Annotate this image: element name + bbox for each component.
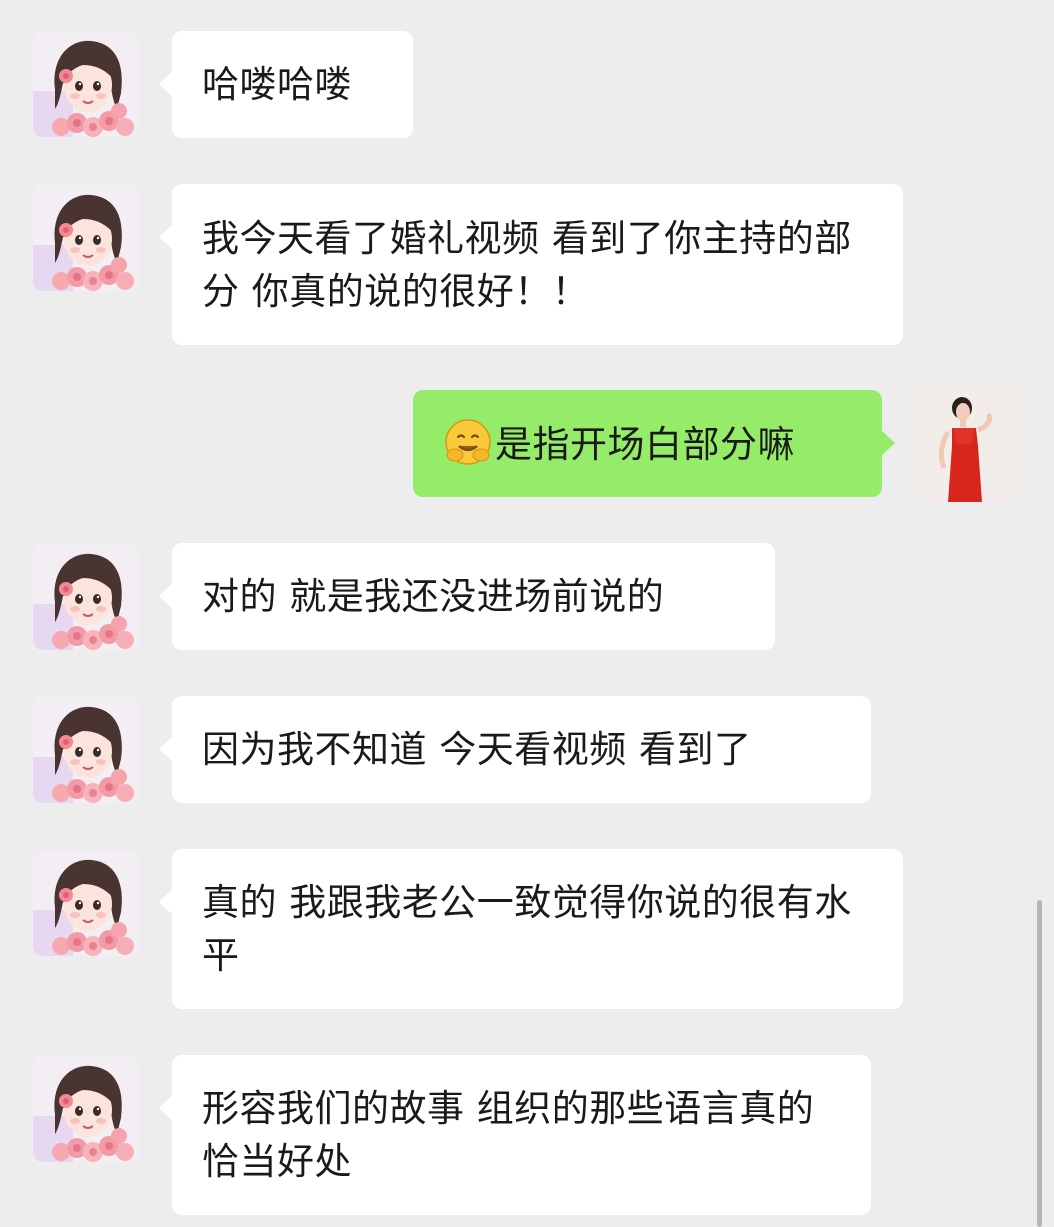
contact-avatar[interactable] bbox=[33, 1056, 139, 1162]
message-bubble[interactable]: 我今天看了婚礼视频 看到了你主持的部分 你真的说的很好！！ bbox=[159, 184, 903, 345]
message-bubble[interactable]: 对的 就是我还没进场前说的 bbox=[159, 543, 775, 650]
message-text: 是指开场白部分嘛 bbox=[443, 417, 795, 471]
message-bubble[interactable]: 哈喽哈喽 bbox=[159, 31, 413, 138]
contact-avatar[interactable] bbox=[33, 850, 139, 956]
message-text: 真的 我跟我老公一致觉得你说的很有水平 bbox=[202, 881, 852, 977]
cartoon-woman-avatar-icon bbox=[33, 697, 139, 803]
cartoon-woman-avatar-icon bbox=[33, 185, 139, 291]
message-text: 因为我不知道 今天看视频 看到了 bbox=[202, 728, 752, 771]
scrollbar[interactable] bbox=[1037, 900, 1042, 1227]
contact-avatar[interactable] bbox=[33, 544, 139, 650]
message-bubble[interactable]: 真的 我跟我老公一致觉得你说的很有水平 bbox=[159, 849, 903, 1009]
cartoon-woman-avatar-icon bbox=[33, 850, 139, 956]
cartoon-woman-avatar-icon bbox=[33, 1056, 139, 1162]
hugging-face-emoji-icon bbox=[443, 417, 493, 467]
cartoon-woman-avatar-icon bbox=[33, 31, 139, 137]
message-text: 哈喽哈喽 bbox=[202, 63, 352, 106]
message-bubble[interactable]: 因为我不知道 今天看视频 看到了 bbox=[159, 696, 871, 803]
self-avatar[interactable] bbox=[910, 386, 1026, 502]
message-text: 形容我们的故事 组织的那些语言真的恰当好处 bbox=[202, 1087, 815, 1183]
message-bubble-self[interactable]: 是指开场白部分嘛 bbox=[413, 390, 895, 497]
woman-in-red-dress-avatar-icon bbox=[910, 386, 1026, 502]
message-text: 对的 就是我还没进场前说的 bbox=[202, 575, 665, 618]
contact-avatar[interactable] bbox=[33, 31, 139, 137]
cartoon-woman-avatar-icon bbox=[33, 544, 139, 650]
contact-avatar[interactable] bbox=[33, 697, 139, 803]
chat-message-list[interactable]: 哈喽哈喽 我今天看了婚礼视频 看到了你主持的部分 你真的说的很好！！ 是指开场白… bbox=[0, 0, 1054, 1227]
message-bubble[interactable]: 形容我们的故事 组织的那些语言真的恰当好处 bbox=[159, 1055, 871, 1215]
contact-avatar[interactable] bbox=[33, 185, 139, 291]
message-text: 我今天看了婚礼视频 看到了你主持的部分 你真的说的很好！！ bbox=[202, 216, 852, 313]
